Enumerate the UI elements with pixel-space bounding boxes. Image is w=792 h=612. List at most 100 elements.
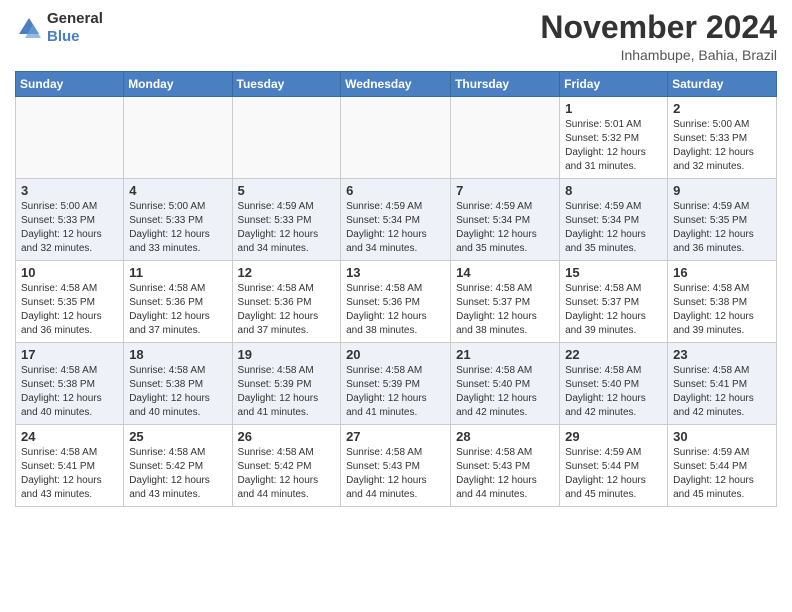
day-info: Sunrise: 4:58 AMSunset: 5:39 PMDaylight:… [238,364,336,420]
calendar-row-1: 1 Sunrise: 5:01 AMSunset: 5:32 PMDaylight… [16,97,777,179]
day-number: 10 [21,265,118,280]
calendar-cell-r4-c1: 17 Sunrise: 4:58 AMSunset: 5:38 PMDayligh… [16,343,124,425]
day-number: 29 [565,429,662,444]
day-number: 14 [456,265,554,280]
day-number: 2 [673,101,771,116]
calendar-cell-r2-c3: 5 Sunrise: 4:59 AMSunset: 5:33 PMDaylight… [232,179,341,261]
day-number: 6 [346,183,445,198]
day-number: 7 [456,183,554,198]
calendar-cell-r3-c7: 16Sunrise: 4:58 AMSunset: 5:38 PMDayligh… [668,261,777,343]
logo-icon [15,14,43,42]
calendar-cell-r3-c6: 15Sunrise: 4:58 AMSunset: 5:37 PMDayligh… [560,261,668,343]
day-number: 8 [565,183,662,198]
day-number: 21 [456,347,554,362]
day-number: 22 [565,347,662,362]
day-info: Sunrise: 4:59 AMSunset: 5:34 PMDaylight:… [565,200,662,256]
calendar-cell-r5-c6: 29 Sunrise: 4:59 AMSunset: 5:44 PMDayligh… [560,425,668,507]
day-info: Sunrise: 4:59 AMSunset: 5:34 PMDaylight:… [346,200,445,256]
day-info: Sunrise: 4:58 AMSunset: 5:37 PMDaylight:… [565,282,662,338]
day-number: 11 [129,265,226,280]
day-info: Sunrise: 4:58 AMSunset: 5:35 PMDaylight:… [21,282,118,338]
day-info: Sunrise: 5:00 AMSunset: 5:33 PMDaylight:… [129,200,226,256]
calendar-cell-r3-c5: 14 Sunrise: 4:58 AMSunset: 5:37 PMDayligh… [451,261,560,343]
day-info: Sunrise: 4:58 AMSunset: 5:38 PMDaylight:… [673,282,771,338]
day-info: Sunrise: 4:59 AMSunset: 5:44 PMDaylight:… [673,446,771,502]
day-info: Sunrise: 4:58 AMSunset: 5:43 PMDaylight:… [456,446,554,502]
calendar-cell-r1-c7: 2 Sunrise: 5:00 AMSunset: 5:33 PMDaylight… [668,97,777,179]
day-info: Sunrise: 4:58 AMSunset: 5:41 PMDaylight:… [21,446,118,502]
calendar-cell-r1-c5 [451,97,560,179]
calendar-cell-r4-c6: 22 Sunrise: 4:58 AMSunset: 5:40 PMDayligh… [560,343,668,425]
header-wednesday: Wednesday [341,72,451,97]
day-info: Sunrise: 4:59 AMSunset: 5:35 PMDaylight:… [673,200,771,256]
header-sunday: Sunday [16,72,124,97]
day-info: Sunrise: 4:58 AMSunset: 5:40 PMDaylight:… [456,364,554,420]
day-info: Sunrise: 4:58 AMSunset: 5:39 PMDaylight:… [346,364,445,420]
calendar-cell-r5-c2: 25Sunrise: 4:58 AMSunset: 5:42 PMDayligh… [124,425,232,507]
day-number: 4 [129,183,226,198]
header-tuesday: Tuesday [232,72,341,97]
title-area: November 2024 Inhambupe, Bahia, Brazil [540,10,777,63]
day-info: Sunrise: 4:58 AMSunset: 5:42 PMDaylight:… [238,446,336,502]
day-info: Sunrise: 5:01 AMSunset: 5:32 PMDaylight:… [565,118,662,174]
day-info: Sunrise: 4:58 AMSunset: 5:43 PMDaylight:… [346,446,445,502]
day-info: Sunrise: 4:58 AMSunset: 5:36 PMDaylight:… [346,282,445,338]
calendar-row-3: 10 Sunrise: 4:58 AMSunset: 5:35 PMDayligh… [16,261,777,343]
day-info: Sunrise: 4:58 AMSunset: 5:40 PMDaylight:… [565,364,662,420]
calendar-cell-r3-c2: 11 Sunrise: 4:58 AMSunset: 5:36 PMDayligh… [124,261,232,343]
day-number: 19 [238,347,336,362]
header: General Blue November 2024 Inhambupe, Ba… [15,10,777,63]
calendar-cell-r4-c7: 23Sunrise: 4:58 AMSunset: 5:41 PMDayligh… [668,343,777,425]
calendar-cell-r3-c1: 10 Sunrise: 4:58 AMSunset: 5:35 PMDayligh… [16,261,124,343]
calendar-cell-r5-c7: 30 Sunrise: 4:59 AMSunset: 5:44 PMDayligh… [668,425,777,507]
day-info: Sunrise: 4:58 AMSunset: 5:36 PMDaylight:… [129,282,226,338]
day-info: Sunrise: 4:58 AMSunset: 5:38 PMDaylight:… [21,364,118,420]
calendar-cell-r2-c7: 9 Sunrise: 4:59 AMSunset: 5:35 PMDaylight… [668,179,777,261]
month-title: November 2024 [540,10,777,45]
day-number: 17 [21,347,118,362]
day-info: Sunrise: 4:58 AMSunset: 5:38 PMDaylight:… [129,364,226,420]
calendar-cell-r5-c3: 26 Sunrise: 4:58 AMSunset: 5:42 PMDayligh… [232,425,341,507]
day-number: 9 [673,183,771,198]
day-number: 20 [346,347,445,362]
header-saturday: Saturday [668,72,777,97]
calendar-cell-r2-c5: 7Sunrise: 4:59 AMSunset: 5:34 PMDaylight… [451,179,560,261]
calendar-cell-r1-c1 [16,97,124,179]
day-info: Sunrise: 4:59 AMSunset: 5:33 PMDaylight:… [238,200,336,256]
page: General Blue November 2024 Inhambupe, Ba… [0,0,792,612]
calendar-cell-r4-c3: 19 Sunrise: 4:58 AMSunset: 5:39 PMDayligh… [232,343,341,425]
day-number: 26 [238,429,336,444]
calendar-cell-r5-c4: 27 Sunrise: 4:58 AMSunset: 5:43 PMDayligh… [341,425,451,507]
calendar-row-2: 3 Sunrise: 5:00 AMSunset: 5:33 PMDaylight… [16,179,777,261]
logo-general: General Blue [47,10,103,46]
day-number: 5 [238,183,336,198]
day-info: Sunrise: 4:58 AMSunset: 5:37 PMDaylight:… [456,282,554,338]
calendar-cell-r2-c1: 3Sunrise: 5:00 AMSunset: 5:33 PMDaylight… [16,179,124,261]
day-info: Sunrise: 4:58 AMSunset: 5:42 PMDaylight:… [129,446,226,502]
day-info: Sunrise: 4:58 AMSunset: 5:41 PMDaylight:… [673,364,771,420]
calendar-cell-r3-c4: 13 Sunrise: 4:58 AMSunset: 5:36 PMDayligh… [341,261,451,343]
day-info: Sunrise: 4:59 AMSunset: 5:44 PMDaylight:… [565,446,662,502]
header-friday: Friday [560,72,668,97]
day-number: 1 [565,101,662,116]
day-number: 12 [238,265,336,280]
day-number: 3 [21,183,118,198]
calendar-row-4: 17 Sunrise: 4:58 AMSunset: 5:38 PMDayligh… [16,343,777,425]
calendar-cell-r1-c6: 1 Sunrise: 5:01 AMSunset: 5:32 PMDaylight… [560,97,668,179]
calendar-cell-r5-c1: 24 Sunrise: 4:58 AMSunset: 5:41 PMDayligh… [16,425,124,507]
day-number: 30 [673,429,771,444]
day-number: 13 [346,265,445,280]
calendar-row-5: 24 Sunrise: 4:58 AMSunset: 5:41 PMDayligh… [16,425,777,507]
calendar-cell-r3-c3: 12 Sunrise: 4:58 AMSunset: 5:36 PMDayligh… [232,261,341,343]
location-title: Inhambupe, Bahia, Brazil [540,47,777,63]
header-thursday: Thursday [451,72,560,97]
day-info: Sunrise: 5:00 AMSunset: 5:33 PMDaylight:… [673,118,771,174]
day-number: 24 [21,429,118,444]
day-number: 27 [346,429,445,444]
calendar-cell-r4-c5: 21 Sunrise: 4:58 AMSunset: 5:40 PMDayligh… [451,343,560,425]
logo: General Blue [15,10,103,46]
calendar-cell-r2-c6: 8 Sunrise: 4:59 AMSunset: 5:34 PMDaylight… [560,179,668,261]
day-info: Sunrise: 4:58 AMSunset: 5:36 PMDaylight:… [238,282,336,338]
calendar-cell-r4-c4: 20 Sunrise: 4:58 AMSunset: 5:39 PMDayligh… [341,343,451,425]
day-number: 28 [456,429,554,444]
